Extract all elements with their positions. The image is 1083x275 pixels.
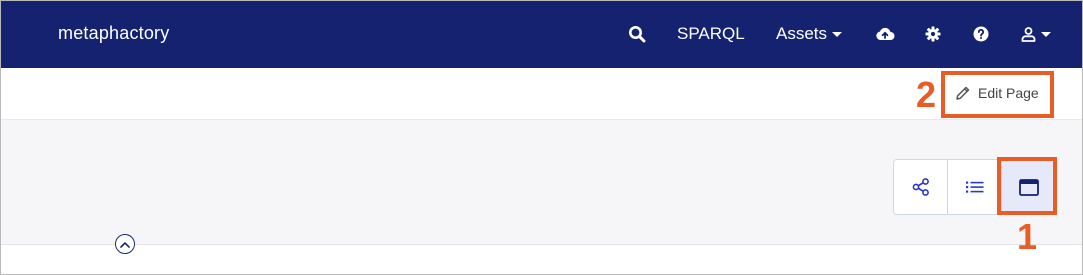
search-icon: [629, 26, 646, 43]
top-navbar: metaphactory SPARQL Assets: [1, 1, 1082, 68]
gear-icon: [925, 26, 941, 42]
upload-button[interactable]: [875, 15, 895, 53]
help-button[interactable]: [973, 15, 989, 53]
search-button[interactable]: [628, 15, 646, 53]
cloud-upload-icon: [876, 27, 895, 40]
user-menu[interactable]: [1021, 15, 1051, 53]
settings-button[interactable]: [925, 15, 941, 53]
assets-dropdown[interactable]: Assets: [776, 15, 843, 53]
content-area: [1, 120, 1082, 245]
app-window: metaphactory SPARQL Assets Edit Page 2 1: [0, 0, 1083, 275]
callout-box-edit-page: [941, 71, 1054, 118]
sparql-label: SPARQL: [677, 24, 745, 43]
list-icon: [965, 181, 983, 193]
chevron-up-icon: [120, 241, 130, 248]
callout-number-2: 2: [916, 74, 937, 115]
callout-box-page-view: [997, 157, 1057, 215]
callout-number-1: 1: [1017, 216, 1038, 257]
graph-view-button[interactable]: [894, 160, 948, 214]
list-view-button[interactable]: [948, 160, 1002, 214]
assets-label: Assets: [776, 24, 828, 43]
brand-logo[interactable]: metaphactory: [58, 23, 169, 44]
help-icon: [973, 26, 989, 42]
caret-down-icon: [832, 31, 843, 37]
caret-down-icon: [1041, 31, 1051, 37]
user-icon: [1021, 26, 1036, 42]
share-icon: [912, 178, 929, 196]
collapse-button[interactable]: [115, 234, 135, 254]
sparql-link[interactable]: SPARQL: [677, 15, 745, 53]
